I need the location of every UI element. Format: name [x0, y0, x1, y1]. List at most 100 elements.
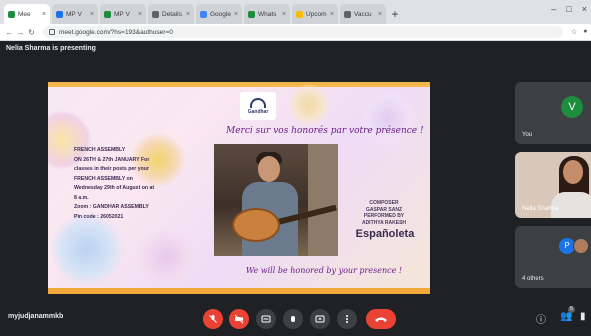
- maximize-icon[interactable]: □: [566, 4, 571, 14]
- tab[interactable]: MP V ×: [52, 4, 98, 24]
- school-logo: Gandhar: [240, 92, 276, 120]
- merci-heading: Merci sur vos honorés par votre présence…: [226, 126, 424, 136]
- present-button[interactable]: [310, 309, 330, 329]
- favicon-icon: [56, 10, 63, 18]
- close-icon[interactable]: ×: [138, 11, 142, 18]
- participant-tile-you[interactable]: V You: [515, 82, 591, 144]
- event-line: ON 26TH & 27th JANUARY For: [74, 156, 150, 163]
- participant-body: [551, 192, 591, 218]
- flower-decoration: [288, 84, 330, 126]
- camera-off-icon: [234, 314, 244, 324]
- tab-meet[interactable]: Mee ×: [4, 4, 50, 24]
- composer-credits: COMPOSER GASPAR SANZ PERFORMED BY ADITHY…: [344, 200, 424, 226]
- tab-label: Whats: [258, 10, 277, 18]
- close-icon[interactable]: ×: [186, 11, 190, 18]
- honour-footer: We will be honored by your presence !: [245, 266, 403, 275]
- close-icon[interactable]: ×: [330, 11, 334, 18]
- tab-label: Upcom: [306, 10, 327, 18]
- favicon-icon: [248, 10, 255, 18]
- forward-icon[interactable]: →: [15, 28, 26, 37]
- favicon-icon: [344, 10, 351, 18]
- participant-tile-others[interactable]: P 4 others: [515, 226, 591, 288]
- address-bar: ← → ↻ meet.google.com/?hs=193&authuser=0…: [0, 24, 591, 41]
- url-input[interactable]: meet.google.com/?hs=193&authuser=0: [43, 26, 563, 38]
- minimize-icon[interactable]: –: [551, 4, 556, 14]
- toolbar-right: ☆ ●: [571, 28, 588, 36]
- participant-count-badge: 5: [568, 306, 575, 313]
- event-line: FRENCH ASSEMBLY: [74, 147, 126, 153]
- more-icon: [346, 315, 348, 323]
- screen: Mee × MP V × MP V × Details × Google × Whats ×…: [0, 0, 591, 336]
- favicon-icon: [152, 10, 159, 18]
- avatar: V: [561, 96, 583, 118]
- back-icon[interactable]: ←: [4, 28, 15, 37]
- favicon-icon: [104, 10, 111, 18]
- favicon-icon: [296, 10, 303, 18]
- tab[interactable]: Details ×: [148, 4, 194, 24]
- mic-off-button[interactable]: [203, 309, 223, 329]
- slide-top-border: [48, 82, 430, 87]
- tab[interactable]: MP V ×: [100, 4, 146, 24]
- end-call-icon: [375, 317, 387, 322]
- tab[interactable]: Google ×: [196, 4, 242, 24]
- participant-tile-video[interactable]: Nelia Sharma: [515, 152, 591, 218]
- tab[interactable]: Whats ×: [244, 4, 290, 24]
- flower-decoration: [136, 228, 196, 288]
- flower-decoration: [358, 88, 418, 148]
- tab-label: Details: [162, 10, 182, 18]
- present-icon: [315, 315, 325, 323]
- close-icon[interactable]: ×: [378, 11, 382, 18]
- slide-bottom-border: [48, 288, 430, 294]
- event-line: Zoom : GANDHAR ASSEMBLY: [74, 204, 149, 210]
- chat-icon[interactable]: ▮: [580, 311, 586, 322]
- hand-icon: [291, 316, 295, 322]
- guitar-icon: [232, 208, 280, 242]
- raise-hand-button[interactable]: [283, 309, 303, 329]
- piece-title: Españoleta: [355, 228, 415, 240]
- event-details: FRENCH ASSEMBLY ON 26TH & 27th JANUARY F…: [74, 146, 204, 222]
- more-options-button[interactable]: [337, 309, 357, 329]
- bookmark-star-icon[interactable]: ☆: [571, 28, 577, 36]
- event-line: classes in their posts per your: [74, 166, 149, 172]
- event-line: FRENCH ASSEMBLY on: [74, 175, 133, 182]
- event-line: Pin code : 26052021: [74, 213, 124, 220]
- browser-tab-bar: Mee × MP V × MP V × Details × Google × Whats ×…: [0, 0, 591, 24]
- close-icon[interactable]: ×: [282, 11, 286, 18]
- presentation-screen: Gandhar Merci sur vos honorés par votre …: [48, 82, 430, 294]
- captions-button[interactable]: [256, 309, 276, 329]
- tab[interactable]: Upcom ×: [292, 4, 338, 24]
- profile-icon[interactable]: ●: [583, 28, 587, 36]
- new-tab-button[interactable]: +: [388, 4, 402, 24]
- tab-label: Mee: [18, 10, 31, 18]
- mic-off-icon: [209, 315, 217, 323]
- participant-name: You: [522, 132, 533, 138]
- end-call-button[interactable]: [366, 309, 396, 329]
- camera-off-button[interactable]: [229, 309, 249, 329]
- tab-label: MP V: [66, 10, 82, 18]
- logo-text: Gandhar: [247, 108, 269, 115]
- performer-face: [258, 156, 280, 182]
- reload-icon[interactable]: ↻: [26, 28, 37, 37]
- credit-line: ADITHYA RAKESH: [361, 219, 407, 226]
- close-icon[interactable]: ×: [42, 11, 46, 18]
- url-text: meet.google.com/?hs=193&authuser=0: [59, 28, 173, 36]
- lock-icon: [49, 29, 55, 35]
- tab-label: Google: [210, 10, 231, 18]
- info-icon[interactable]: ⓘ: [536, 311, 546, 326]
- presenting-banner: Nelia Sharma is presenting: [0, 41, 591, 57]
- meeting-code: myjudjanammkb: [8, 313, 64, 320]
- window-controls: – □ ×: [551, 4, 587, 14]
- captions-icon: [261, 315, 271, 323]
- event-line: 8 a.m.: [74, 194, 89, 201]
- meet-controls-bar: myjudjanammkb ⓘ 👥 5 ▮: [0, 302, 591, 336]
- meet-favicon-icon: [8, 10, 15, 18]
- close-icon[interactable]: ×: [90, 11, 94, 18]
- close-window-icon[interactable]: ×: [582, 4, 587, 14]
- close-icon[interactable]: ×: [234, 11, 238, 18]
- blue-flower-decoration: [50, 212, 124, 286]
- tab[interactable]: Vaccu ×: [340, 4, 386, 24]
- logo-emblem-icon: [250, 97, 266, 108]
- photo-background: [308, 144, 338, 256]
- participant-name: Nelia Sharma: [522, 206, 559, 212]
- tab-label: MP V: [114, 10, 130, 18]
